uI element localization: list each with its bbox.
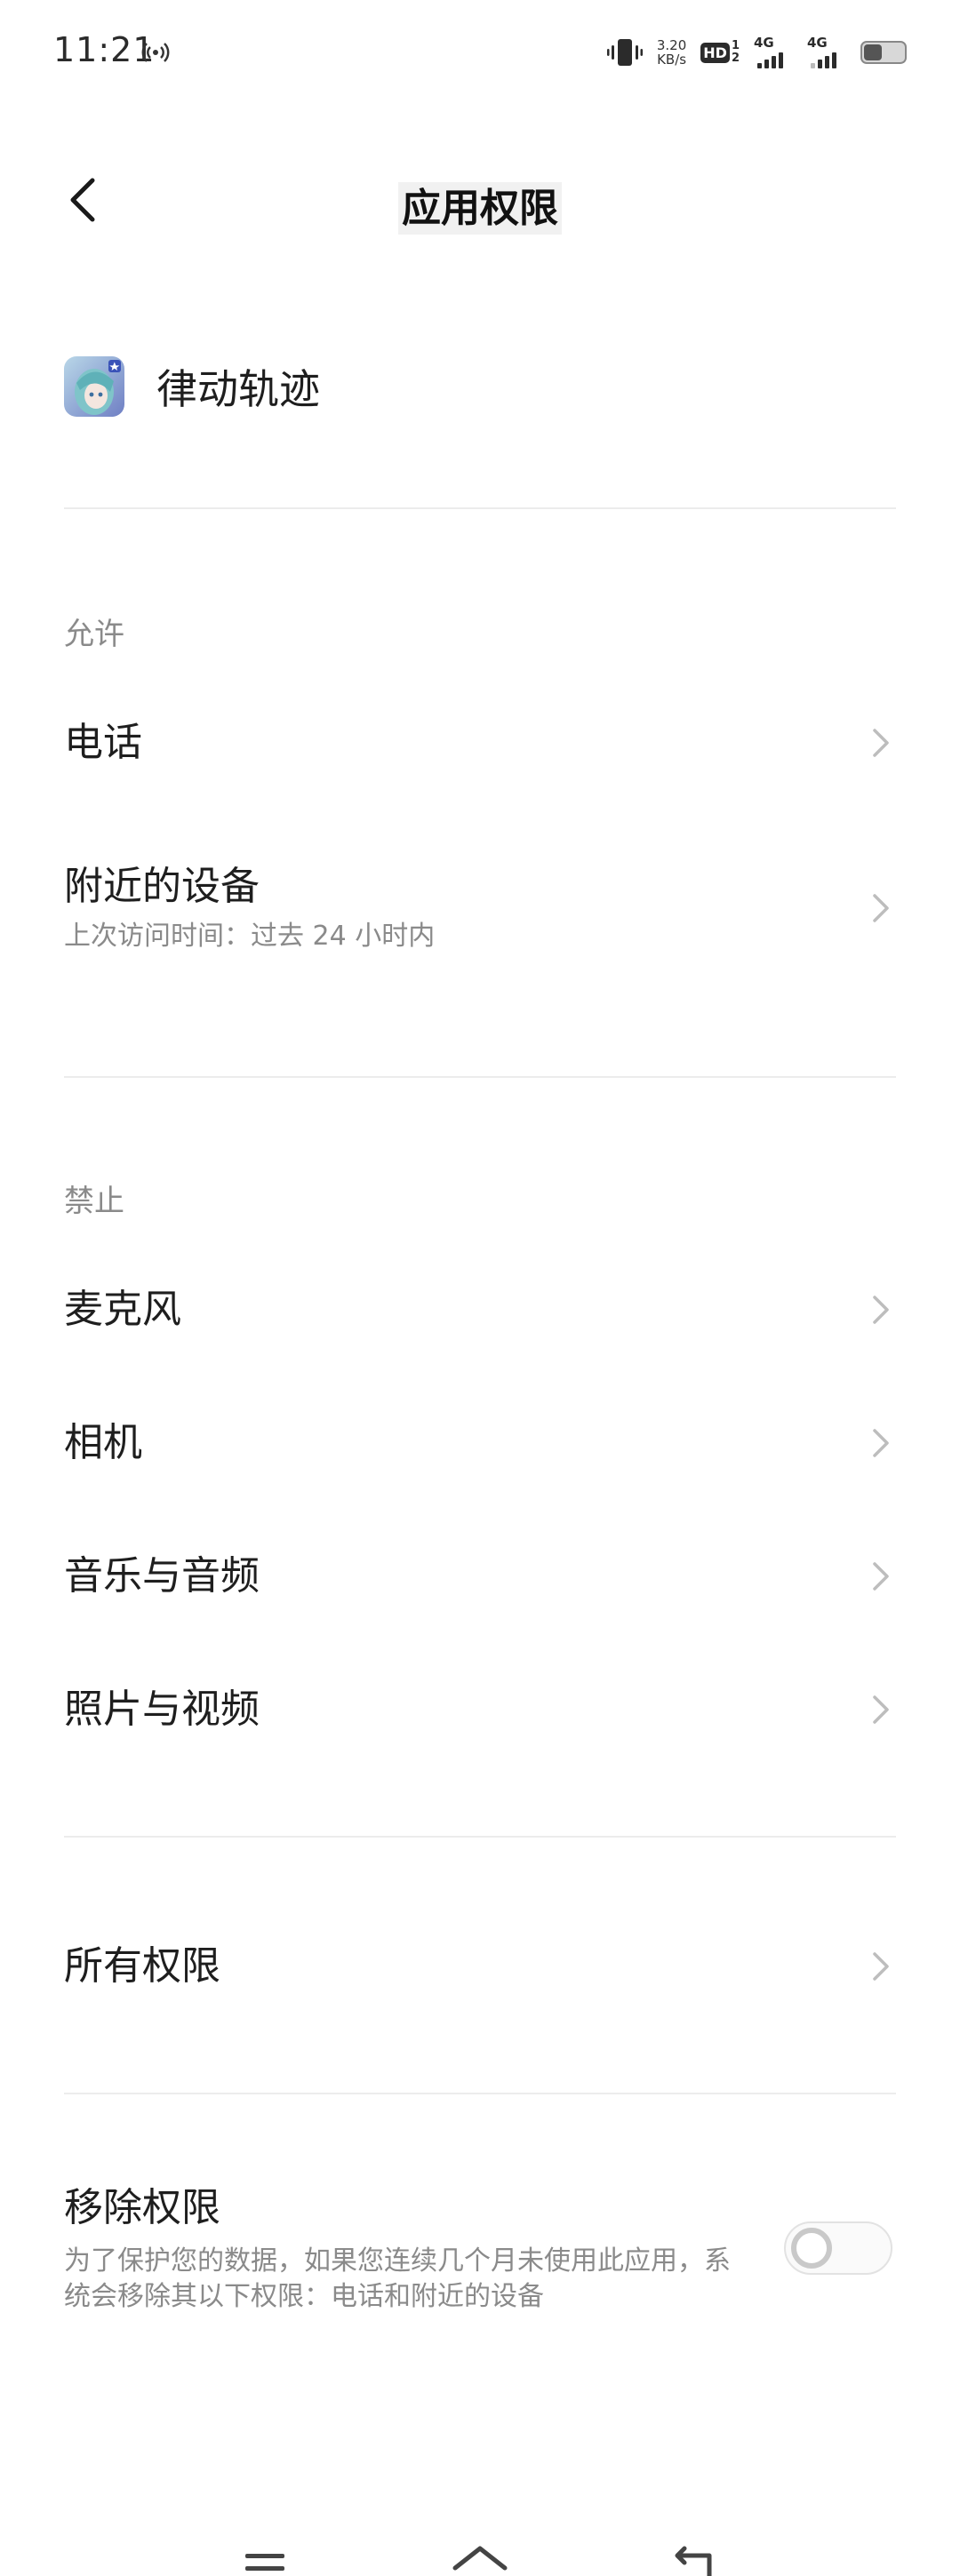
permission-label: 麦克风 bbox=[64, 1287, 181, 1332]
app-name: 律动轨迹 bbox=[156, 365, 320, 413]
chevron-right-icon bbox=[873, 1695, 889, 1724]
hd-sim-bottom: 2 bbox=[731, 52, 740, 65]
permission-label: 电话 bbox=[64, 720, 142, 765]
menu-icon[interactable] bbox=[229, 2524, 300, 2576]
permission-last-access: 上次访问时间：过去 24 小时内 bbox=[64, 921, 436, 952]
vibrate-icon bbox=[606, 39, 643, 66]
permission-label: 附近的设备 bbox=[64, 864, 260, 909]
remove-permissions-title: 移除权限 bbox=[64, 2185, 220, 2230]
app-avatar-icon bbox=[64, 356, 124, 417]
denied-section-title: 禁止 bbox=[64, 1184, 124, 1219]
divider bbox=[64, 507, 896, 509]
permission-item-photos-videos[interactable]: 照片与视频 bbox=[64, 1683, 896, 1736]
status-bar: 11:21 3.20 KB/s HD 1 2 4G 4G bbox=[0, 0, 960, 107]
allowed-section-title: 允许 bbox=[64, 617, 124, 652]
permission-label: 相机 bbox=[64, 1420, 142, 1465]
chevron-right-icon bbox=[873, 1296, 889, 1324]
chevron-right-icon bbox=[873, 729, 889, 757]
toggle-knob bbox=[791, 2228, 832, 2269]
app-bar: 应用权限 bbox=[0, 142, 960, 258]
app-info-row: 律动轨迹 bbox=[64, 351, 896, 422]
permission-item-camera[interactable]: 相机 bbox=[64, 1416, 896, 1470]
permission-item-phone[interactable]: 电话 bbox=[64, 716, 896, 770]
signal-icon: 4G bbox=[807, 35, 846, 70]
network-type-label: 4G bbox=[754, 35, 774, 51]
hd-sim-top: 1 bbox=[731, 39, 740, 52]
network-speed-value: 3.20 bbox=[656, 37, 687, 53]
permission-item-nearby-devices[interactable]: 附近的设备 上次访问时间：过去 24 小时内 bbox=[64, 860, 896, 956]
chevron-right-icon bbox=[873, 894, 889, 922]
permission-item-music-audio[interactable]: 音乐与音频 bbox=[64, 1550, 896, 1603]
all-permissions-label: 所有权限 bbox=[64, 1943, 220, 1989]
permission-label: 照片与视频 bbox=[64, 1687, 260, 1732]
all-permissions-item[interactable]: 所有权限 bbox=[64, 1940, 896, 1993]
navigation-bar bbox=[0, 2524, 960, 2576]
chevron-right-icon bbox=[873, 1952, 889, 1981]
permission-item-microphone[interactable]: 麦克风 bbox=[64, 1283, 896, 1336]
network-type-label: 4G bbox=[807, 35, 828, 51]
network-speed: 3.20 KB/s bbox=[657, 38, 686, 67]
battery-fill bbox=[864, 44, 882, 60]
home-icon[interactable] bbox=[444, 2524, 516, 2576]
remove-permissions-row[interactable]: 移除权限 为了保护您的数据，如果您连续几个月未使用此应用，系统会移除其以下权限：… bbox=[64, 2181, 896, 2315]
remove-permissions-description: 为了保护您的数据，如果您连续几个月未使用此应用，系统会移除其以下权限：电话和附近… bbox=[64, 2245, 731, 2312]
battery-icon bbox=[860, 41, 907, 64]
back-icon[interactable] bbox=[658, 2524, 729, 2576]
signal-icon: 4G bbox=[754, 35, 793, 70]
network-speed-unit: KB/s bbox=[657, 52, 687, 68]
divider bbox=[64, 2093, 896, 2094]
hd-sim-numbers: 1 2 bbox=[732, 40, 740, 65]
page-title-text: 应用权限 bbox=[398, 182, 562, 235]
chevron-right-icon bbox=[873, 1562, 889, 1591]
status-icons: 3.20 KB/s HD 1 2 4G 4G bbox=[606, 32, 907, 73]
hd-label: HD bbox=[700, 42, 730, 63]
divider bbox=[64, 1076, 896, 1078]
divider bbox=[64, 1836, 896, 1838]
hotspot-icon bbox=[141, 43, 170, 62]
page-title: 应用权限 bbox=[0, 176, 960, 235]
chevron-right-icon bbox=[873, 1429, 889, 1457]
permission-label: 音乐与音频 bbox=[64, 1553, 260, 1599]
remove-permissions-toggle[interactable] bbox=[784, 2221, 892, 2275]
hd-icon: HD 1 2 bbox=[700, 40, 740, 65]
